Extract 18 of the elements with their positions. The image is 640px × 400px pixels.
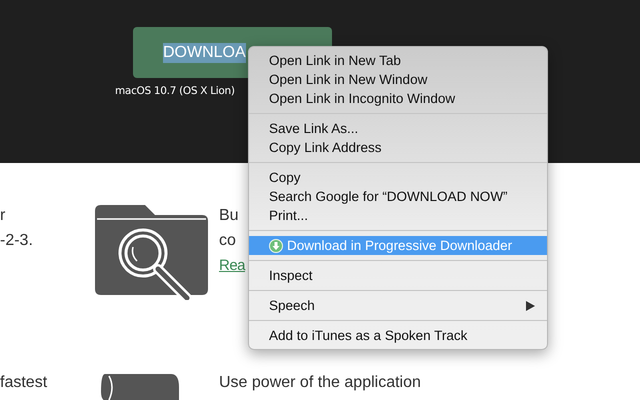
- menu-item[interactable]: Copy: [249, 168, 547, 187]
- menu-item[interactable]: Open Link in Incognito Window: [249, 89, 547, 108]
- menu-item[interactable]: Add to iTunes as a Spoken Track: [249, 326, 547, 345]
- feature-text: co: [219, 231, 236, 251]
- feature-text: r: [0, 206, 6, 226]
- folder-search-icon: [95, 205, 208, 300]
- feature-text: fastest: [0, 373, 48, 393]
- menu-item[interactable]: Print...: [249, 206, 547, 225]
- feature-text: Bu: [219, 206, 239, 226]
- menu-item[interactable]: Inspect: [249, 266, 547, 285]
- feature-text: -2-3.: [0, 231, 33, 251]
- read-more-link[interactable]: Rea: [219, 257, 246, 274]
- menu-item[interactable]: Speech: [249, 296, 547, 315]
- menu-item[interactable]: Search Google for “DOWNLOAD NOW”: [249, 187, 547, 206]
- feature-text: Use power of the application: [219, 373, 421, 393]
- os-caption: macOS 10.7 (OS X Lion): [115, 85, 235, 97]
- menu-item[interactable]: Copy Link Address: [249, 138, 547, 157]
- menu-item[interactable]: Save Link As...: [249, 119, 547, 138]
